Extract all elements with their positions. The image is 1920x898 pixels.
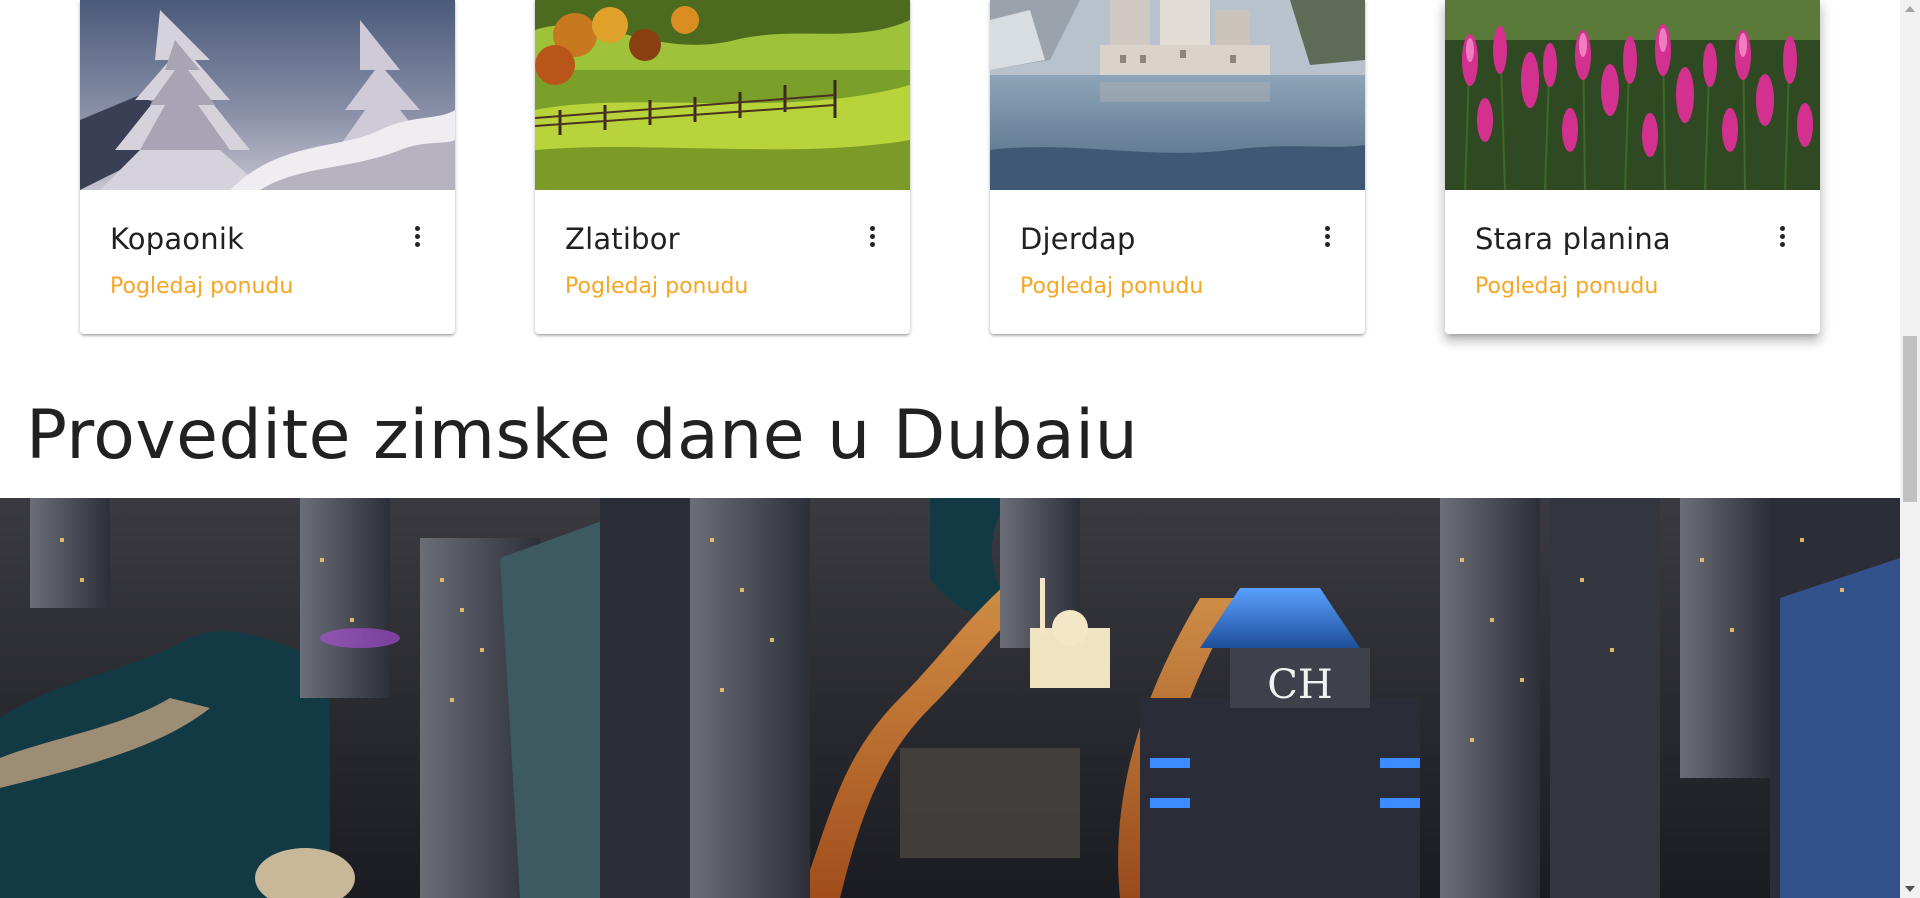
destination-cards: Kopaonik Pogledaj ponudu Zlatibor Pogled…: [80, 0, 1820, 334]
card-image-stara-planina[interactable]: [1445, 0, 1820, 190]
vertical-scrollbar[interactable]: [1900, 0, 1920, 898]
card-title: Kopaonik: [110, 222, 245, 256]
destination-card-kopaonik[interactable]: Kopaonik Pogledaj ponudu: [80, 0, 455, 334]
view-offer-link[interactable]: Pogledaj ponudu: [565, 274, 748, 299]
more-vert-icon[interactable]: [1321, 226, 1333, 254]
pink-wildflowers-image: [1445, 0, 1820, 190]
view-offer-link[interactable]: Pogledaj ponudu: [1475, 274, 1658, 299]
page: Kopaonik Pogledaj ponudu Zlatibor Pogled…: [0, 0, 1900, 898]
card-image-kopaonik[interactable]: [80, 0, 455, 190]
destination-card-zlatibor[interactable]: Zlatibor Pogledaj ponudu: [535, 0, 910, 334]
destination-card-djerdap[interactable]: Djerdap Pogledaj ponudu: [990, 0, 1365, 334]
more-vert-icon[interactable]: [411, 226, 423, 254]
card-image-zlatibor[interactable]: [535, 0, 910, 190]
svg-text:CH: CH: [1267, 662, 1333, 708]
card-title: Zlatibor: [565, 222, 680, 256]
destination-card-stara-planina[interactable]: Stara planina Pogledaj ponudu: [1445, 0, 1820, 334]
more-vert-icon[interactable]: [1776, 226, 1788, 254]
snowy-pine-trees-image: [80, 0, 455, 190]
section-title: Provedite zimske dane u Dubaiu: [26, 396, 1139, 475]
dubai-hero-image[interactable]: CH: [0, 498, 1900, 898]
more-vert-icon[interactable]: [866, 226, 878, 254]
scrollbar-thumb[interactable]: [1903, 336, 1917, 502]
card-title: Stara planina: [1475, 222, 1671, 256]
view-offer-link[interactable]: Pogledaj ponudu: [1020, 274, 1203, 299]
view-offer-link[interactable]: Pogledaj ponudu: [110, 274, 293, 299]
dubai-marina-night-aerial-image: CH: [0, 498, 1900, 898]
scroll-down-arrow-icon[interactable]: [1905, 886, 1915, 892]
fortress-on-river-image: [990, 0, 1365, 190]
scroll-up-arrow-icon[interactable]: [1905, 6, 1915, 12]
card-title: Djerdap: [1020, 222, 1136, 256]
card-image-djerdap[interactable]: [990, 0, 1365, 190]
green-meadow-fence-image: [535, 0, 910, 190]
